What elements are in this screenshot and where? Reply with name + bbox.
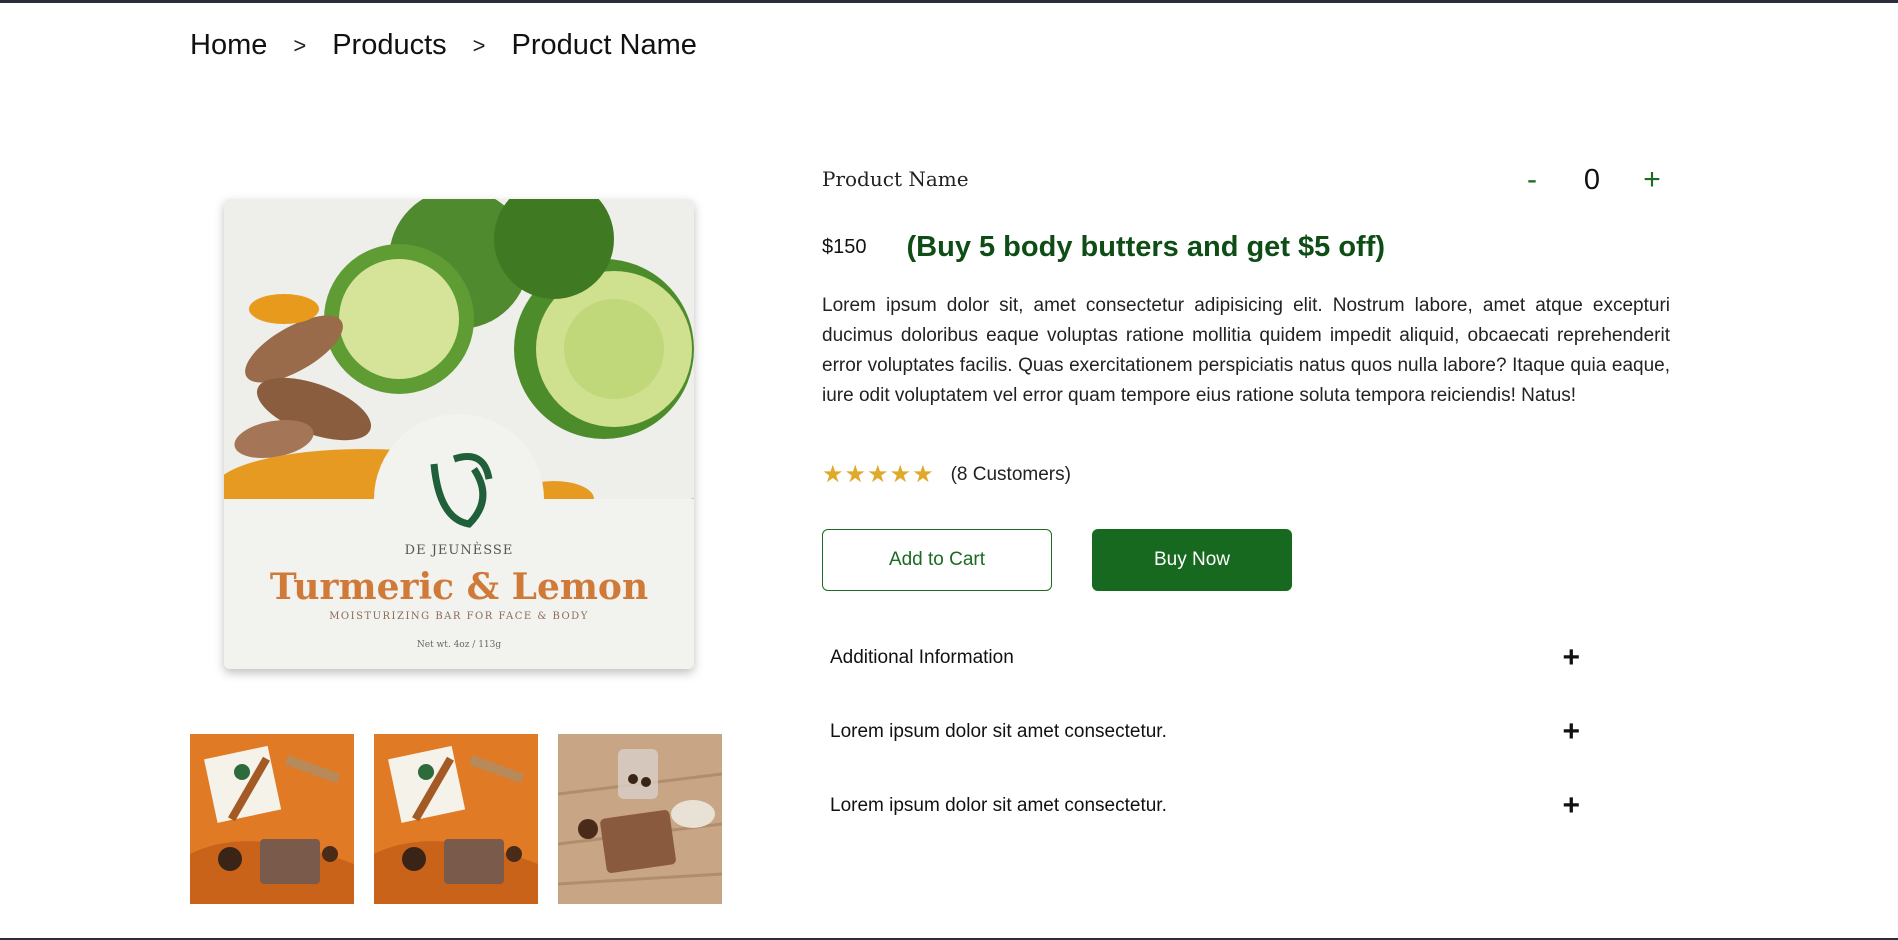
thumbnail-gallery (190, 734, 722, 904)
review-count: (8 Customers) (950, 463, 1071, 485)
image-title: Turmeric & Lemon (270, 566, 648, 608)
accordion-label: Additional Information (830, 647, 1014, 668)
accordion-item-3[interactable]: Lorem ipsum dolor sit amet consectetur. … (830, 791, 1580, 821)
plus-icon[interactable]: + (1562, 791, 1580, 821)
thumbnail-3[interactable] (558, 734, 722, 904)
accordion-label: Lorem ipsum dolor sit amet consectetur. (830, 795, 1167, 816)
promo-text: (Buy 5 body butters and get $5 off) (906, 231, 1386, 263)
plus-icon[interactable]: + (1562, 717, 1580, 747)
accordion-additional-information[interactable]: Additional Information + (830, 643, 1580, 673)
breadcrumb-home[interactable]: Home (190, 29, 267, 62)
star-icon: ★ (867, 461, 889, 488)
breadcrumb-current: Product Name (511, 29, 697, 61)
buy-now-button[interactable]: Buy Now (1092, 529, 1292, 591)
star-icon: ★ (889, 461, 912, 488)
breadcrumb: Home > Products > Product Name (190, 29, 697, 62)
image-weight: Net wt. 4oz / 113g (417, 640, 502, 650)
quantity-value: 0 (1583, 163, 1601, 196)
image-subtitle: MOISTURIZING BAR FOR FACE & BODY (329, 611, 589, 622)
star-icon: ★ (844, 461, 867, 488)
thumbnail-1[interactable] (190, 734, 354, 904)
quantity-decrease-button[interactable]: - (1512, 163, 1552, 197)
accordion-label: Lorem ipsum dolor sit amet consectetur. (830, 721, 1167, 742)
breadcrumb-products[interactable]: Products (332, 29, 446, 62)
plus-icon[interactable]: + (1562, 643, 1580, 673)
product-main-image: DE JEUNÈSSE Turmeric & Lemon MOISTURIZIN… (224, 199, 694, 669)
action-buttons: Add to Cart Buy Now (822, 529, 1292, 591)
star-icon: ★ (822, 461, 844, 488)
chevron-right-icon: > (293, 32, 307, 58)
quantity-stepper: - 0 + (1512, 163, 1672, 197)
add-to-cart-button[interactable]: Add to Cart (822, 529, 1052, 591)
product-description: Lorem ipsum dolor sit, amet consectetur … (822, 295, 1670, 406)
chevron-right-icon: > (472, 32, 486, 58)
image-brand: DE JEUNÈSSE (405, 542, 514, 558)
product-name: Product Name (822, 167, 969, 191)
accordion-item-2[interactable]: Lorem ipsum dolor sit amet consectetur. … (830, 717, 1580, 747)
rating: ★ ★ ★ ★ ★ (8 Customers) (822, 460, 1071, 489)
thumbnail-2[interactable] (374, 734, 538, 904)
price-row: $150 (Buy 5 body butters and get $5 off) (822, 231, 1385, 264)
quantity-increase-button[interactable]: + (1632, 163, 1672, 197)
star-icon: ★ (912, 461, 934, 488)
product-price: $150 (822, 236, 867, 258)
